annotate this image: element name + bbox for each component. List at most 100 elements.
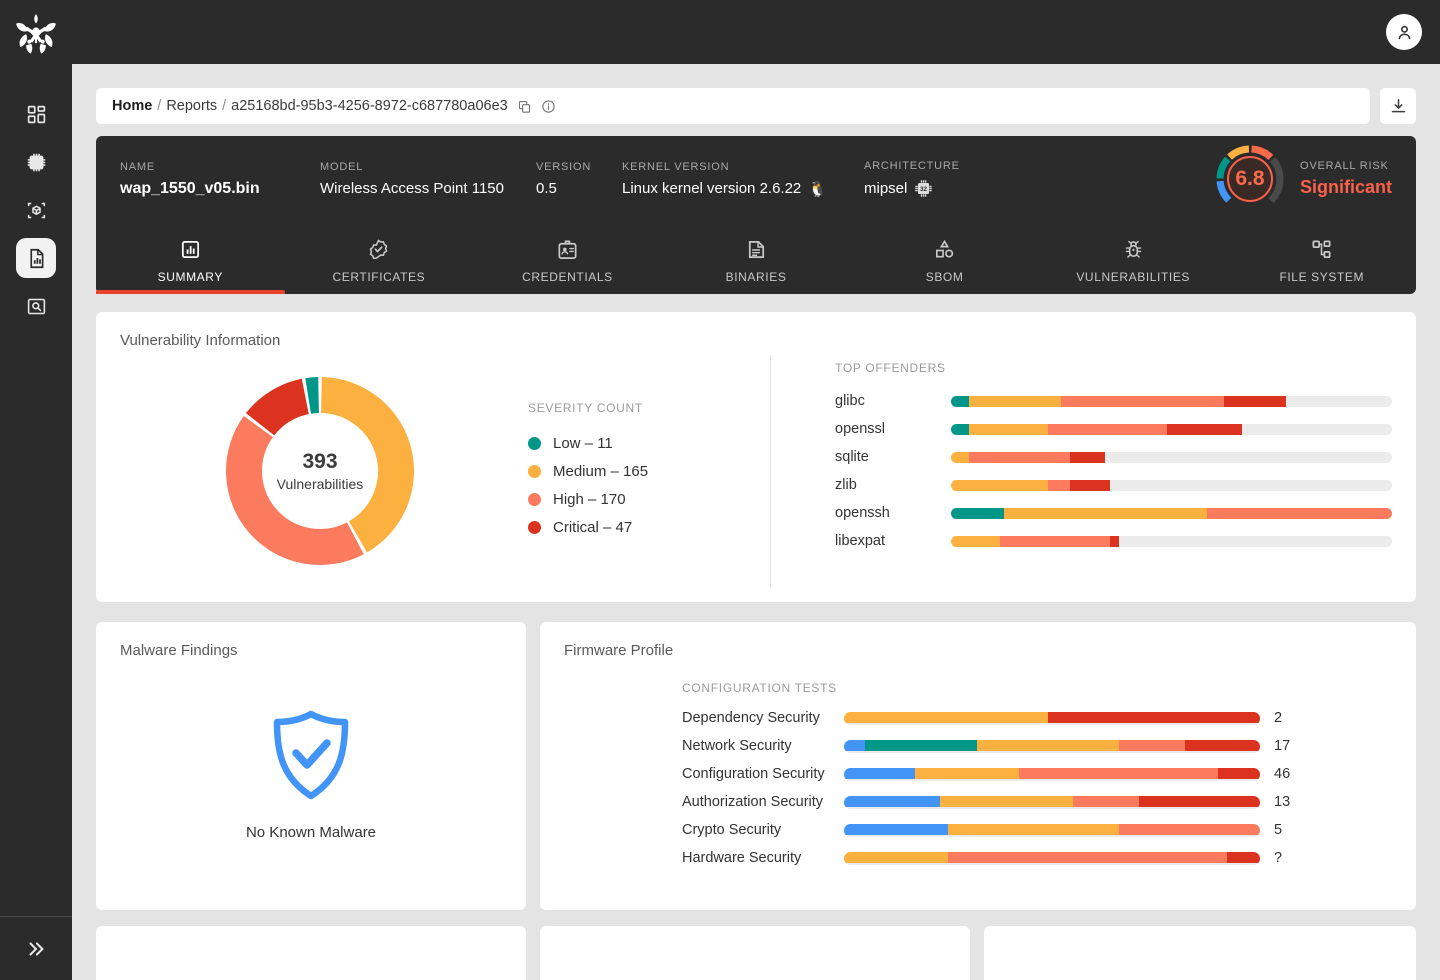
bug-icon: [1122, 238, 1145, 261]
sidebar-item-artifacts[interactable]: [16, 190, 56, 230]
certificate-badge-icon: [367, 238, 390, 261]
top-offenders-title: TOP OFFENDERS: [835, 361, 946, 375]
page-content: Home / Reports / a25168bd-95b3-4256-8972…: [72, 64, 1440, 980]
bar-segment-high: [1018, 767, 1219, 779]
breadcrumb-report-id: a25168bd-95b3-4256-8972-c687780a06e3: [231, 98, 508, 114]
legend-item-medium: Medium – 165: [528, 457, 770, 485]
config-test-name: Dependency Security: [682, 710, 820, 726]
tab-label: CERTIFICATES: [332, 270, 426, 284]
legend-color-dot: [528, 436, 541, 450]
offender-bar: [951, 479, 1392, 491]
download-button[interactable]: [1380, 88, 1416, 124]
tab-credentials[interactable]: CREDENTIALS: [473, 222, 662, 294]
firmware-card-title: Firmware Profile: [564, 642, 674, 659]
tab-vulnerabilities[interactable]: VULNERABILITIES: [1039, 222, 1228, 294]
offender-row: openssl: [835, 415, 1392, 443]
sidebar-item-dashboard[interactable]: [16, 94, 56, 134]
config-test-bar: [844, 851, 1260, 865]
company-logo-icon[interactable]: [8, 8, 64, 64]
breadcrumb-separator-1: /: [157, 98, 162, 114]
risk-meta: OVERALL RISK Significant: [1300, 160, 1392, 198]
meta-version-value: 0.5: [536, 180, 557, 197]
config-test-row: Configuration Security 46: [682, 760, 1392, 788]
tab-label: BINARIES: [725, 270, 787, 284]
meta-arch-value-row: mipsel 32: [864, 179, 1214, 198]
tab-file-system[interactable]: FILE SYSTEM: [1227, 222, 1416, 294]
risk-value: Significant: [1299, 177, 1392, 197]
offender-name: openssl: [835, 421, 885, 437]
tab-label: SBOM: [925, 270, 964, 284]
legend-label: Low – 11: [553, 434, 613, 452]
shapes-icon: [933, 238, 956, 261]
meta-kernel: KERNEL VERSION Linux kernel version 2.6.…: [622, 161, 864, 198]
lower-cards-row: [96, 926, 1416, 980]
sidebar-item-devices[interactable]: [16, 142, 56, 182]
donut-center-label: 393 Vulnerabilities: [222, 373, 418, 569]
bar-segment-medium: [951, 451, 969, 463]
bar-segment-critical: [1139, 795, 1260, 807]
bar-segment-high: [1061, 395, 1225, 407]
bar-segment-high: [1072, 795, 1140, 807]
legend-color-dot: [528, 464, 541, 478]
offender-row: libexpat: [835, 527, 1392, 555]
linux-penguin-icon: 🐧: [808, 180, 827, 198]
bar-segment-info: [844, 767, 915, 779]
bar-segment-high: [1118, 823, 1260, 835]
tab-label: VULNERABILITIES: [1076, 270, 1191, 284]
sidebar-item-search[interactable]: [16, 286, 56, 326]
copy-icon[interactable]: [517, 99, 532, 114]
bar-segment-high: [999, 535, 1110, 547]
config-test-name: Network Security: [682, 738, 792, 754]
breadcrumb-reports[interactable]: Reports: [166, 98, 217, 114]
bar-segment-medium: [951, 479, 1049, 491]
bar-segment-low: [951, 395, 969, 407]
offender-row: openssh: [835, 499, 1392, 527]
bar-segment-low: [864, 739, 978, 751]
cpu-32-icon: 32: [914, 179, 933, 198]
config-test-bar: [844, 767, 1260, 781]
severity-donut-chart: 393 Vulnerabilities: [120, 355, 520, 587]
tab-binaries[interactable]: BINARIES: [662, 222, 851, 294]
meta-model: MODEL Wireless Access Point 1150: [320, 161, 536, 197]
user-avatar-icon[interactable]: [1386, 14, 1422, 50]
bar-segment-high: [1048, 423, 1168, 435]
bar-segment-medium: [1003, 507, 1207, 519]
tab-label: SUMMARY: [157, 270, 223, 284]
tab-certificates[interactable]: CERTIFICATES: [285, 222, 474, 294]
left-sidebar: [0, 0, 72, 980]
config-test-count: 13: [1274, 794, 1291, 810]
bar-segment-low: [951, 507, 1004, 519]
offender-name: openssh: [835, 505, 890, 521]
top-offenders-chart: TOP OFFENDERS glibc openssl sqlite zlib open…: [770, 355, 1392, 587]
sidebar-expand-button[interactable]: [0, 916, 72, 980]
overall-risk: 6.8 OVERALL RISK Significant: [1214, 143, 1392, 215]
bar-segment-critical: [1047, 711, 1260, 723]
legend-color-dot: [528, 492, 541, 506]
meta-name-label: NAME: [120, 160, 155, 173]
meta-name: NAME wap_1550_v05.bin: [120, 161, 320, 198]
config-test-name: Crypto Security: [682, 822, 782, 838]
sidebar-item-reports[interactable]: [16, 238, 56, 278]
breadcrumb-home[interactable]: Home: [112, 98, 152, 114]
info-icon[interactable]: [541, 99, 556, 114]
legend-item-critical: Critical – 47: [528, 513, 770, 541]
bar-segment-critical: [1070, 479, 1110, 491]
meta-architecture: ARCHITECTURE mipsel 32: [864, 160, 1214, 198]
bar-segment-medium: [977, 739, 1119, 751]
malware-findings-card: Malware Findings No Known Malware: [96, 622, 526, 910]
legend-label: Critical – 47: [553, 518, 633, 536]
legend-label: High – 170: [553, 490, 626, 508]
bar-segment-medium: [951, 535, 1000, 547]
breadcrumb: Home / Reports / a25168bd-95b3-4256-8972…: [96, 88, 1370, 124]
offender-bar: [951, 451, 1392, 463]
legend-item-low: Low – 11: [528, 429, 770, 457]
bar-segment-critical: [1218, 767, 1260, 779]
meta-name-value: wap_1550_v05.bin: [120, 179, 260, 197]
meta-model-label: MODEL: [320, 161, 364, 173]
config-test-bar: [844, 739, 1260, 753]
tab-sbom[interactable]: SBOM: [850, 222, 1039, 294]
tab-summary[interactable]: SUMMARY: [96, 222, 285, 294]
donut-subtitle: Vulnerabilities: [276, 476, 364, 492]
severity-legend: SEVERITY COUNT Low – 11 Medium – 165 High …: [520, 355, 770, 587]
offender-bar: [951, 423, 1392, 435]
